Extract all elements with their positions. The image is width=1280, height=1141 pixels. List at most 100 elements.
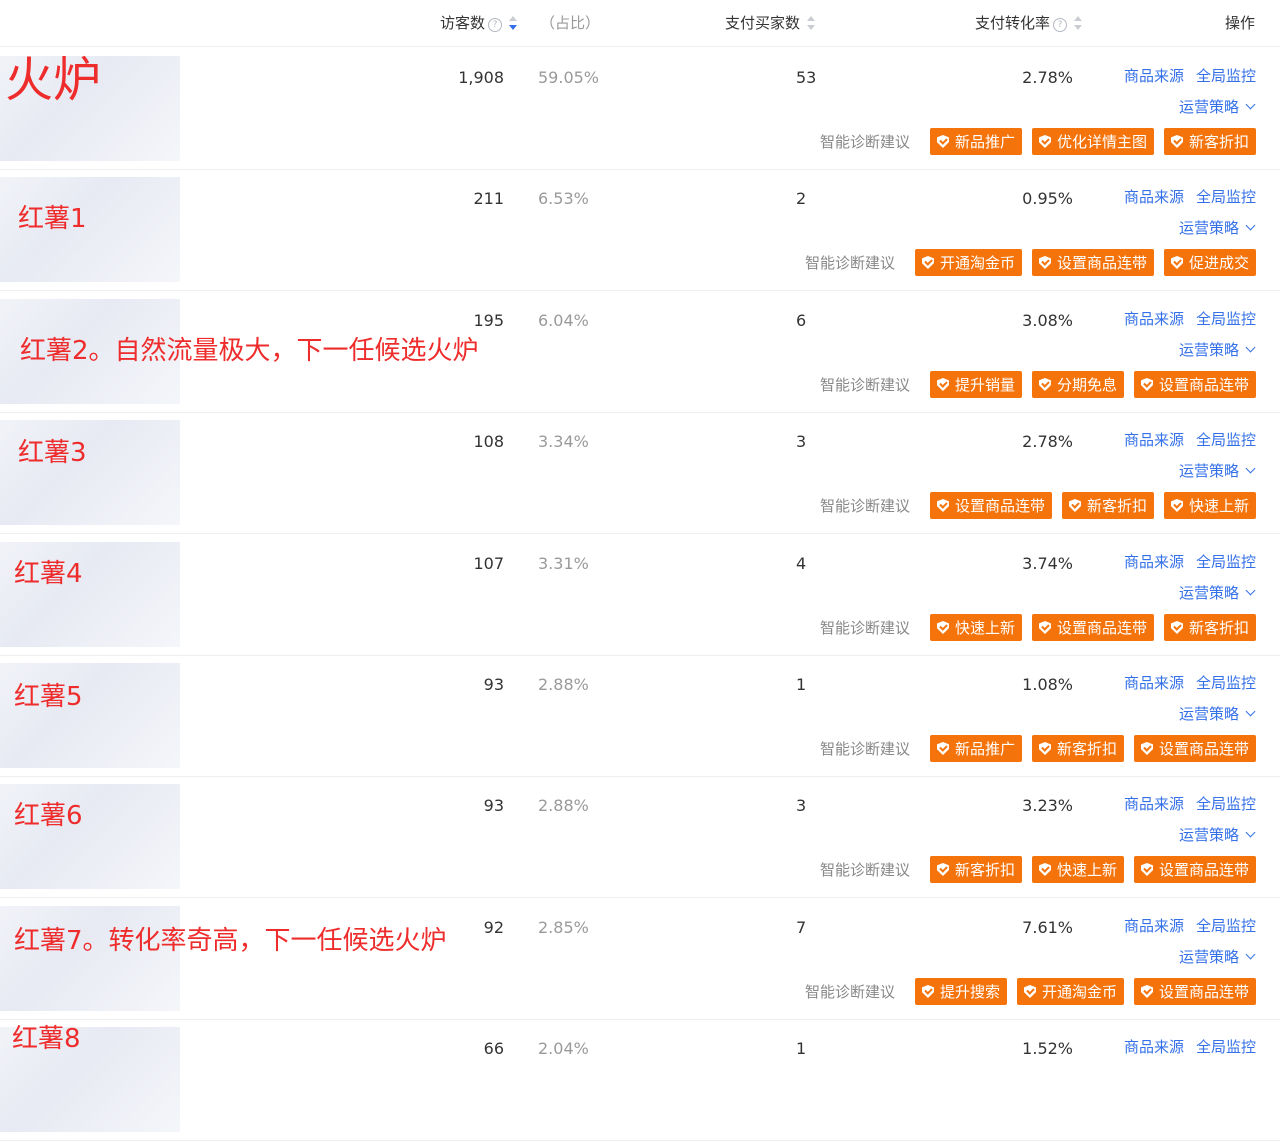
diagnosis-tag-button[interactable]: 设置商品连带	[1133, 856, 1256, 883]
shield-check-icon	[1170, 256, 1183, 269]
operation-strategy-dropdown[interactable]: 运营策略	[1179, 96, 1256, 117]
smart-diagnosis-label: 智能诊断建议	[804, 983, 895, 1001]
shield-check-icon	[936, 621, 949, 634]
operation-strategy-dropdown[interactable]: 运营策略	[1178, 824, 1256, 845]
smart-diagnosis: 智能诊断建议 提升搜索 开通淘金币 设置商品连带	[805, 978, 1256, 1005]
smart-diagnosis-label: 智能诊断建议	[819, 376, 910, 394]
table-row: 108 3.34% 3 2.78% 商品来源 全局监控 运营策略 智能诊断建议 设置商品连带 新客…	[0, 412, 1280, 534]
diagnosis-tag-label: 优化详情主图	[1056, 133, 1147, 151]
diagnosis-tag-button[interactable]: 新客折扣	[929, 856, 1022, 883]
diagnosis-tag-button[interactable]: 新品推广	[929, 735, 1022, 762]
visitors-header[interactable]: 访客数?	[440, 12, 518, 33]
global-monitor-link[interactable]: 全局监控	[1196, 1038, 1256, 1056]
global-monitor-link[interactable]: 全局监控	[1196, 310, 1256, 328]
conversion-header[interactable]: 支付转化率?	[975, 12, 1083, 33]
product-source-link[interactable]: 商品来源	[1124, 917, 1184, 935]
global-monitor-link[interactable]: 全局监控	[1196, 188, 1256, 206]
help-icon[interactable]: ?	[1053, 18, 1068, 32]
diagnosis-tag-button[interactable]: 分期免息	[1031, 371, 1124, 398]
product-source-link[interactable]: 商品来源	[1124, 553, 1184, 571]
diagnosis-tag-label: 新客折扣	[1056, 740, 1117, 758]
product-source-link[interactable]: 商品来源	[1124, 674, 1184, 692]
row-actions: 商品来源 全局监控	[1112, 65, 1256, 86]
diagnosis-tag-label: 开通淘金币	[1041, 983, 1117, 1001]
operation-strategy-label: 运营策略	[1178, 705, 1239, 723]
global-monitor-link[interactable]: 全局监控	[1196, 431, 1256, 449]
sort-icon[interactable]	[807, 16, 816, 30]
operation-strategy-dropdown[interactable]: 运营策略	[1179, 946, 1256, 967]
chevron-down-icon	[1245, 949, 1256, 960]
buyers-header[interactable]: 支付买家数	[725, 12, 816, 33]
diagnosis-tag-button[interactable]: 新客折扣	[1031, 735, 1124, 762]
diagnosis-tag-button[interactable]: 设置商品连带	[1031, 249, 1154, 276]
diagnosis-tag-button[interactable]: 新客折扣	[1061, 492, 1154, 519]
global-monitor-link[interactable]: 全局监控	[1196, 795, 1256, 813]
smart-diagnosis-label: 智能诊断建议	[819, 861, 910, 879]
operation-strategy-dropdown[interactable]: 运营策略	[1179, 217, 1256, 238]
product-source-link[interactable]: 商品来源	[1124, 431, 1184, 449]
chevron-down-icon	[1245, 585, 1256, 596]
diagnosis-tag-label: 新品推广	[954, 133, 1015, 151]
diagnosis-tag-button[interactable]: 优化详情主图	[1031, 128, 1154, 155]
diagnosis-tag-label: 提升销量	[954, 376, 1015, 394]
shield-check-icon	[1170, 135, 1183, 148]
diagnosis-tag-label: 设置商品连带	[1158, 861, 1249, 879]
diagnosis-tag-button[interactable]: 设置商品连带	[1133, 978, 1256, 1005]
smart-diagnosis: 智能诊断建议 新客折扣 快速上新 设置商品连带	[820, 856, 1256, 883]
product-source-link[interactable]: 商品来源	[1124, 67, 1184, 85]
shield-check-icon	[1038, 256, 1051, 269]
annotation-label: 红薯1	[18, 204, 87, 234]
diagnosis-tag-button[interactable]: 快速上新	[1031, 856, 1124, 883]
diagnosis-tag-button[interactable]: 新客折扣	[1163, 614, 1256, 641]
diagnosis-tag-button[interactable]: 提升销量	[929, 371, 1022, 398]
help-icon[interactable]: ?	[488, 18, 503, 32]
diagnosis-tag-button[interactable]: 促进成交	[1163, 249, 1256, 276]
diagnosis-tag-button[interactable]: 新客折扣	[1163, 128, 1256, 155]
operation-strategy-dropdown[interactable]: 运营策略	[1178, 703, 1256, 724]
buyers-value: 1	[796, 1039, 807, 1058]
product-source-link[interactable]: 商品来源	[1124, 795, 1184, 813]
diagnosis-tag-label: 新品推广	[954, 740, 1015, 758]
global-monitor-link[interactable]: 全局监控	[1196, 674, 1256, 692]
shield-check-icon	[1140, 863, 1153, 876]
product-source-link[interactable]: 商品来源	[1124, 1038, 1184, 1056]
annotation-label: 红薯5	[14, 682, 83, 712]
operation-strategy-label: 运营策略	[1178, 826, 1239, 844]
global-monitor-link[interactable]: 全局监控	[1196, 917, 1256, 935]
shield-check-icon	[936, 863, 949, 876]
buyers-value: 6	[796, 311, 807, 330]
diagnosis-tag-button[interactable]: 开通淘金币	[1016, 978, 1124, 1005]
operation-strategy-label: 运营策略	[1178, 462, 1239, 480]
conversion-value: 3.08%	[1022, 311, 1073, 330]
global-monitor-link[interactable]: 全局监控	[1196, 553, 1256, 571]
table-row: 93 2.88% 1 1.08% 商品来源 全局监控 运营策略 智能诊断建议 新品推广 新客折扣 设…	[0, 655, 1280, 777]
diagnosis-tag-button[interactable]: 开通淘金币	[914, 249, 1022, 276]
operation-strategy-dropdown[interactable]: 运营策略	[1178, 460, 1256, 481]
sort-icon[interactable]	[509, 16, 518, 30]
global-monitor-link[interactable]: 全局监控	[1196, 67, 1256, 85]
diagnosis-tag-button[interactable]: 快速上新	[1163, 492, 1256, 519]
smart-diagnosis: 智能诊断建议 新品推广 优化详情主图 新客折扣	[820, 128, 1256, 155]
diagnosis-tag-button[interactable]: 提升搜索	[914, 978, 1007, 1005]
operation-strategy-dropdown[interactable]: 运营策略	[1179, 339, 1256, 360]
product-source-link[interactable]: 商品来源	[1124, 310, 1184, 328]
diagnosis-tag-label: 新客折扣	[1188, 133, 1249, 151]
diagnosis-tag-button[interactable]: 设置商品连带	[1133, 371, 1256, 398]
visitors-value: 1,908	[458, 68, 504, 87]
shield-check-icon	[1140, 742, 1153, 755]
buyers-value: 2	[796, 189, 807, 208]
conversion-value: 1.08%	[1022, 675, 1073, 694]
operation-strategy-dropdown[interactable]: 运营策略	[1179, 582, 1256, 603]
smart-diagnosis: 智能诊断建议 新品推广 新客折扣 设置商品连带	[820, 735, 1256, 762]
action-header: 操作	[1224, 14, 1255, 32]
product-source-link[interactable]: 商品来源	[1124, 188, 1184, 206]
diagnosis-tag-button[interactable]: 设置商品连带	[1031, 614, 1154, 641]
visitors-value: 93	[483, 796, 504, 815]
sort-icon[interactable]	[1074, 16, 1083, 30]
diagnosis-tag-button[interactable]: 设置商品连带	[929, 492, 1052, 519]
diagnosis-tag-button[interactable]: 设置商品连带	[1133, 735, 1256, 762]
diagnosis-tag-button[interactable]: 新品推广	[929, 128, 1022, 155]
diagnosis-tag-button[interactable]: 快速上新	[929, 614, 1022, 641]
chevron-down-icon	[1245, 342, 1256, 353]
annotation-label: 红薯4	[14, 559, 83, 589]
